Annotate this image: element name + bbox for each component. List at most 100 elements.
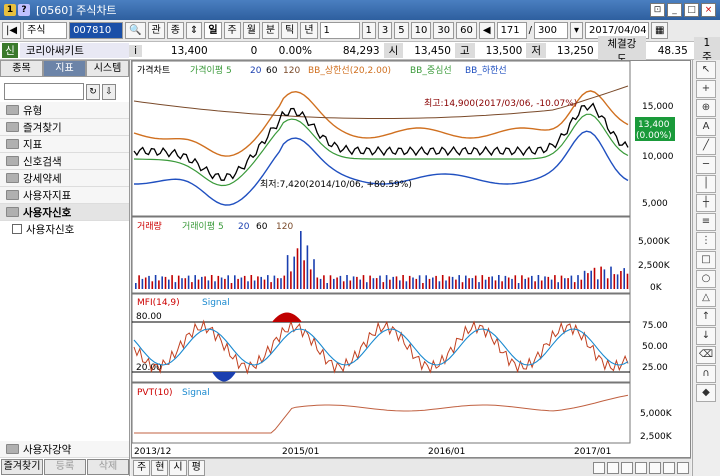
tab-current[interactable]: 현 bbox=[151, 459, 169, 476]
min-10[interactable]: 10 bbox=[410, 22, 432, 39]
triangle-icon[interactable]: △ bbox=[696, 289, 716, 307]
period-week[interactable]: 주 bbox=[223, 22, 241, 39]
spin-icon[interactable]: ⇕ bbox=[185, 22, 203, 39]
fibo-icon[interactable]: ⋮ bbox=[696, 232, 716, 250]
eraser-icon[interactable]: ⌫ bbox=[696, 346, 716, 364]
folder-signal[interactable]: 신호검색 bbox=[0, 153, 129, 170]
chart-area[interactable]: 가격차트 가격이평 5 20 60 120 BB_상한선(20,2.00) BB… bbox=[131, 60, 691, 458]
min-5[interactable]: 5 bbox=[394, 22, 409, 39]
settings-icon[interactable] bbox=[677, 461, 689, 474]
period-tick[interactable]: 틱 bbox=[281, 22, 299, 39]
folder-strength[interactable]: 강세약세 bbox=[0, 170, 129, 187]
minimize-button[interactable]: _ bbox=[667, 3, 682, 17]
interval-select[interactable]: 1 bbox=[319, 22, 360, 39]
volume-bar bbox=[524, 278, 526, 289]
delete-button[interactable]: 삭제 bbox=[87, 459, 129, 475]
help-icon[interactable]: ? bbox=[18, 4, 30, 16]
prev-code-button[interactable]: |◀ bbox=[2, 22, 22, 39]
folder-favorites[interactable]: 즐겨찾기 bbox=[0, 119, 129, 136]
scroll-left-icon[interactable]: ◀ bbox=[478, 22, 495, 39]
period-year[interactable]: 년 bbox=[300, 22, 318, 39]
period-minute[interactable]: 분 bbox=[261, 22, 280, 39]
text-icon[interactable]: A bbox=[696, 118, 716, 136]
scroll-last-icon[interactable] bbox=[635, 461, 647, 474]
auto-icon[interactable]: ◆ bbox=[696, 384, 716, 402]
register-button[interactable]: 등록 bbox=[44, 459, 86, 475]
volume-bar bbox=[395, 276, 398, 289]
pvt-tick-2500k: 2,500K bbox=[640, 432, 673, 442]
volume-bar bbox=[597, 279, 599, 289]
volume-bar bbox=[234, 275, 236, 289]
scroll-prev-icon[interactable] bbox=[607, 461, 619, 474]
magnet-icon[interactable]: ∩ bbox=[696, 365, 716, 383]
tab-open[interactable]: 시 bbox=[169, 459, 187, 476]
volume-bar bbox=[366, 282, 368, 289]
period-month[interactable]: 월 bbox=[242, 22, 260, 39]
favorites-button[interactable]: 즐겨찾기 bbox=[1, 459, 43, 475]
legend-vma20: 20 bbox=[238, 222, 250, 232]
min-1[interactable]: 1 bbox=[361, 22, 376, 39]
volume-bar bbox=[204, 276, 206, 289]
tab-weekly[interactable]: 주 bbox=[133, 459, 151, 476]
arrow-up-icon[interactable]: ↑ bbox=[696, 308, 716, 326]
market-select[interactable]: 주식 bbox=[23, 22, 68, 39]
scroll-next-icon[interactable] bbox=[621, 461, 633, 474]
tab-stock[interactable]: 종목 bbox=[0, 60, 43, 77]
min-30[interactable]: 30 bbox=[433, 22, 455, 39]
volume-bar bbox=[461, 282, 464, 289]
folder-indicator[interactable]: 지표 bbox=[0, 136, 129, 153]
period-day[interactable]: 일 bbox=[204, 22, 222, 39]
hline-icon[interactable]: ─ bbox=[696, 156, 716, 174]
folder-user-signal[interactable]: 사용자신호 bbox=[0, 204, 129, 221]
channel-icon[interactable]: ≡ bbox=[696, 213, 716, 231]
volume-bar bbox=[451, 276, 454, 289]
count-input[interactable]: 171 bbox=[496, 22, 527, 39]
maximize-button[interactable]: □ bbox=[684, 3, 699, 17]
min-3[interactable]: 3 bbox=[377, 22, 393, 39]
link-icon[interactable]: ⊡ bbox=[650, 3, 665, 17]
indicator-search-input[interactable] bbox=[4, 83, 84, 100]
min-60[interactable]: 60 bbox=[456, 22, 477, 39]
zoom-in-icon[interactable] bbox=[649, 461, 661, 474]
cursor-icon[interactable]: ↖ bbox=[696, 61, 716, 79]
tab-system[interactable]: 시스템 bbox=[86, 60, 129, 77]
info-icon[interactable]: i bbox=[129, 44, 143, 57]
trendline-icon[interactable]: ╱ bbox=[696, 137, 716, 155]
check-종[interactable]: 종 bbox=[166, 22, 184, 39]
legend-vma120: 120 bbox=[276, 222, 293, 232]
tab-indicator[interactable]: 지표 bbox=[43, 60, 86, 77]
refresh-icon[interactable]: ↻ bbox=[86, 83, 100, 100]
zoom-icon[interactable]: ⊕ bbox=[696, 99, 716, 117]
close-button[interactable]: × bbox=[701, 3, 716, 17]
volume-bar bbox=[300, 231, 302, 289]
volume-bar bbox=[412, 277, 414, 289]
volume-bar bbox=[240, 277, 243, 289]
legend-bb-upper: BB_상한선(20,2.00) bbox=[308, 65, 391, 76]
folder-user-indicator[interactable]: 사용자지표 bbox=[0, 187, 129, 204]
volume-bar bbox=[385, 275, 388, 289]
download-icon[interactable]: ⇩ bbox=[102, 83, 116, 100]
vline-icon[interactable]: │ bbox=[696, 175, 716, 193]
volume-bar bbox=[474, 275, 477, 289]
volume-bar bbox=[243, 275, 246, 289]
code-input[interactable]: 007810 bbox=[69, 22, 124, 39]
cross-line-icon[interactable]: ┼ bbox=[696, 194, 716, 212]
calendar-icon[interactable]: ▦ bbox=[650, 22, 669, 39]
ellipse-icon[interactable]: ○ bbox=[696, 270, 716, 288]
folder-type[interactable]: 유형 bbox=[0, 102, 129, 119]
check-관[interactable]: 관 bbox=[147, 22, 165, 39]
volume-bar bbox=[197, 279, 200, 289]
rect-icon[interactable]: □ bbox=[696, 251, 716, 269]
arrow-down-icon[interactable]: ↓ bbox=[696, 327, 716, 345]
search-icon[interactable]: 🔍 bbox=[125, 22, 146, 39]
total-input[interactable]: 300 bbox=[533, 22, 568, 39]
zoom-out-icon[interactable] bbox=[663, 461, 675, 474]
down-icon[interactable]: ▾ bbox=[569, 22, 583, 39]
folder-user-strength[interactable]: 사용자강약 bbox=[0, 441, 129, 458]
crosshair-icon[interactable]: + bbox=[696, 80, 716, 98]
tab-average[interactable]: 평 bbox=[187, 459, 205, 476]
open: 13,450 bbox=[414, 44, 451, 57]
user-signal-item[interactable]: 사용자신호 bbox=[0, 221, 129, 237]
volume-bar bbox=[557, 282, 559, 289]
scroll-first-icon[interactable] bbox=[593, 461, 605, 474]
